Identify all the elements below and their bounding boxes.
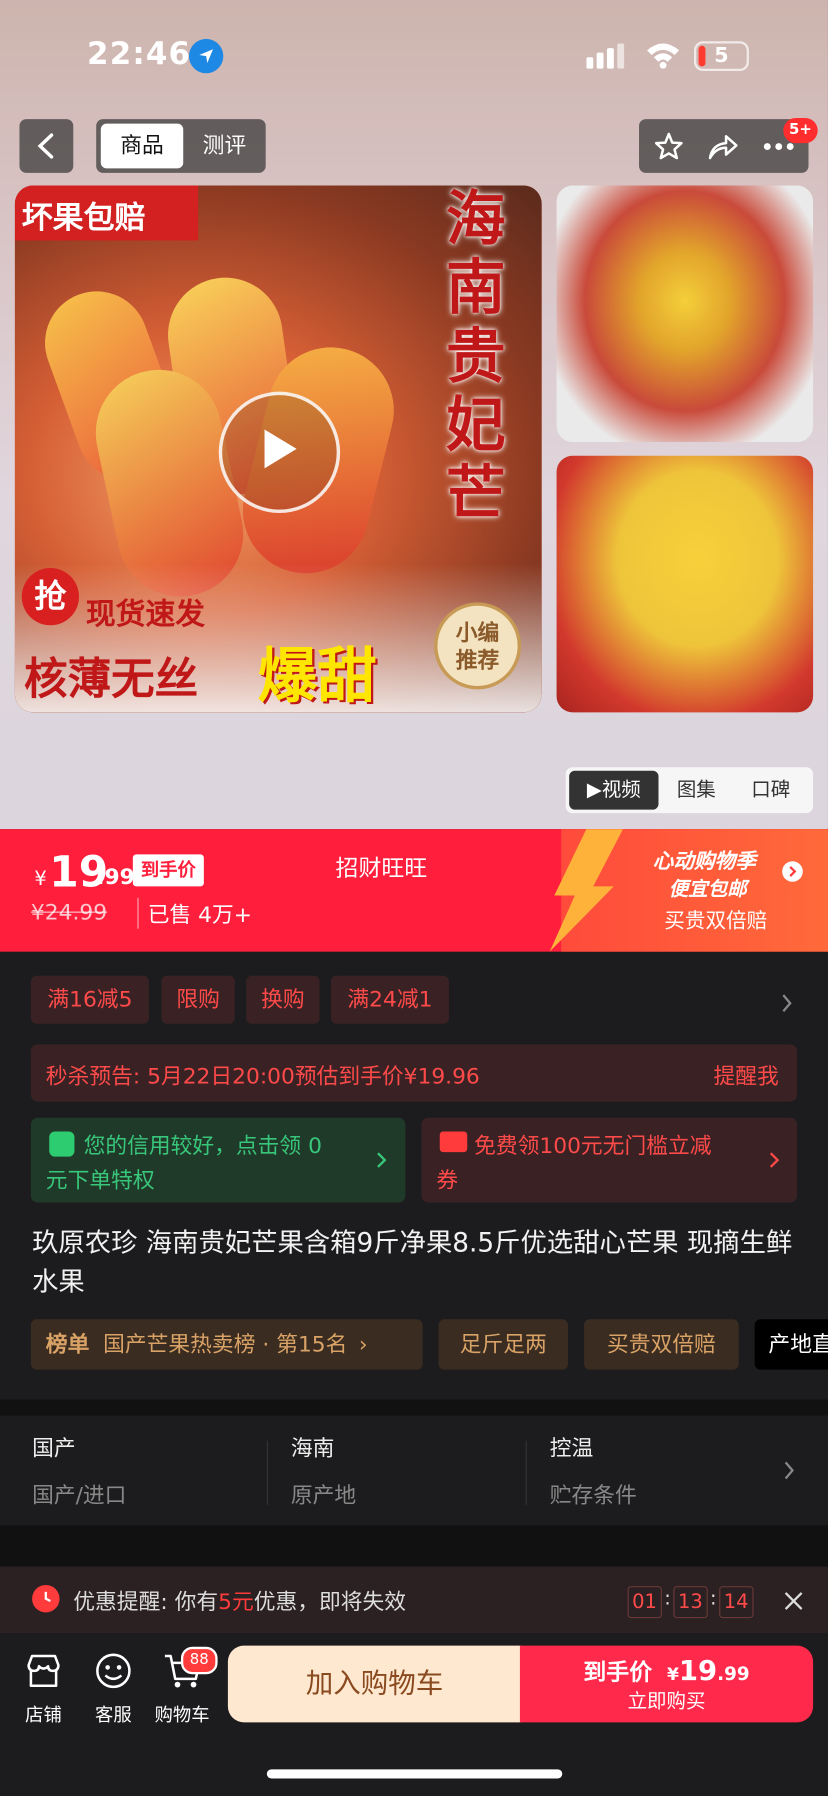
title-char: 贵 [446,322,506,392]
store-name[interactable]: 招财旺旺 [336,850,428,883]
play-icon[interactable] [218,391,341,514]
star-icon[interactable] [653,131,685,163]
free-coupon-card[interactable]: 免费领100元无门槛立减 券 [421,1117,798,1203]
title-char: 海 [446,185,506,255]
badge-guarantee: 坏果包赔 [21,200,146,236]
credit-privilege-card[interactable]: 您的信用较好，点击领 0 元下单特权 [30,1117,406,1203]
chevron-right-icon[interactable] [782,861,803,882]
tab-review[interactable]: 测评 [188,124,261,169]
tag-origin-direct[interactable]: 产地直 [754,1319,828,1370]
fast-ship-text: 现货速发 [85,597,206,633]
nav-tabs: 商品 测评 [96,119,266,173]
chevron-left-icon [37,133,54,159]
editor-pick-stamp: 小编 推荐 [434,602,522,690]
spec-item: 控温 贮存条件 [549,1436,637,1509]
main-product-image[interactable]: 坏果包赔 海 南 贵 妃 芒 抢 现货速发 核薄无丝 爆甜 小编 推荐 [14,185,542,713]
chevron-right-icon[interactable] [779,992,795,1015]
slogan-left: 核薄无丝 [24,653,199,705]
timer-minutes: 13 [673,1586,708,1619]
spec-item: 国产 国产/进口 [32,1436,127,1509]
flash-sale-notice: 秒杀预告: 5月22日20:00预估到手价¥19.96 提醒我 [30,1044,798,1102]
store-label[interactable]: 店铺 [21,1699,67,1726]
service-label[interactable]: 客服 [90,1699,136,1726]
original-price: ¥24.99 [30,900,108,926]
tag-double-comp[interactable]: 买贵双倍赔 [584,1319,739,1370]
lightning-icon [549,829,623,952]
media-tab-reviews[interactable]: 口碑 [733,767,809,813]
cart-count-badge: 88 [180,1646,218,1675]
chevron-right-icon [769,1152,780,1168]
media-tabs: ▶视频 图集 口碑 [565,767,814,814]
chevron-right-icon[interactable] [781,1459,797,1482]
title-char: 妃 [446,391,506,461]
battery-level: 5 [714,43,729,68]
title-char: 芒 [446,460,506,530]
promo-title: 心动购物季 [652,849,756,874]
tag-full-weight[interactable]: 足斤足两 [438,1319,569,1370]
flash-sale-text: 秒杀预告: 5月22日20:00预估到手价¥19.96 [45,1063,480,1090]
product-title: 玖原农珍 海南贵妃芒果含箱9斤净果8.5斤优选甜心芒果 现摘生鲜水果 [32,1228,793,1298]
share-icon[interactable] [705,131,739,163]
more-icon[interactable] [763,142,795,151]
gallery-thumb-2[interactable] [556,455,814,713]
timer-seconds: 14 [719,1586,754,1619]
shopping-bag-icon [49,1131,75,1157]
cellular-signal-icon [586,43,627,74]
promo-double-comp: 买贵双倍赔 [664,909,768,934]
grab-badge: 抢 [21,568,80,626]
timer-hours: 01 [627,1586,662,1619]
sold-count: 已售 4万+ [137,897,252,929]
spec-item: 海南 原产地 [290,1436,357,1509]
clock-icon [32,1584,60,1613]
ranking-tag[interactable]: 榜单 国产芒果热卖榜 · 第15名 › [30,1319,423,1370]
cart-label[interactable]: 购物车 [153,1699,210,1726]
slogan-right: 爆甜 [257,642,377,712]
coupon-chip[interactable]: 满16减5 [30,975,149,1024]
promo-subtitle: 便宜包邮 [668,878,747,902]
price-symbol: ¥ [34,868,47,891]
media-tab-video[interactable]: ▶视频 [569,770,659,810]
location-icon [188,38,224,74]
store-icon[interactable] [24,1651,63,1690]
battery-icon: 5 [693,41,749,72]
title-char: 南 [446,254,506,323]
coupon-chip[interactable]: 满24减1 [330,975,449,1024]
final-price-tag: 到手价 [132,854,204,887]
message-badge: 5+ [783,117,818,144]
remind-me-button[interactable]: 提醒我 [713,1059,778,1090]
status-time: 22:46 [87,36,192,73]
gallery-thumb-1[interactable] [556,185,814,443]
reminder-text: 优惠提醒: 你有5元优惠，即将失效 [73,1589,407,1615]
coupon-icon [439,1131,468,1153]
tab-product[interactable]: 商品 [100,123,184,169]
media-tab-gallery[interactable]: 图集 [660,767,733,813]
close-icon[interactable] [782,1590,805,1613]
back-button[interactable] [19,119,74,173]
price-decimal: .99 [96,864,135,890]
buy-now-button[interactable]: 到手价 ¥19.99 立即购买 [519,1645,814,1723]
coupon-chip[interactable]: 限购 [161,975,235,1024]
coupon-chip[interactable]: 换购 [246,975,320,1024]
add-to-cart-button[interactable]: 加入购物车 [227,1645,522,1723]
home-indicator[interactable] [266,1769,563,1779]
wifi-icon [645,41,682,73]
customer-service-icon[interactable] [94,1651,133,1690]
chevron-right-icon [377,1152,387,1168]
